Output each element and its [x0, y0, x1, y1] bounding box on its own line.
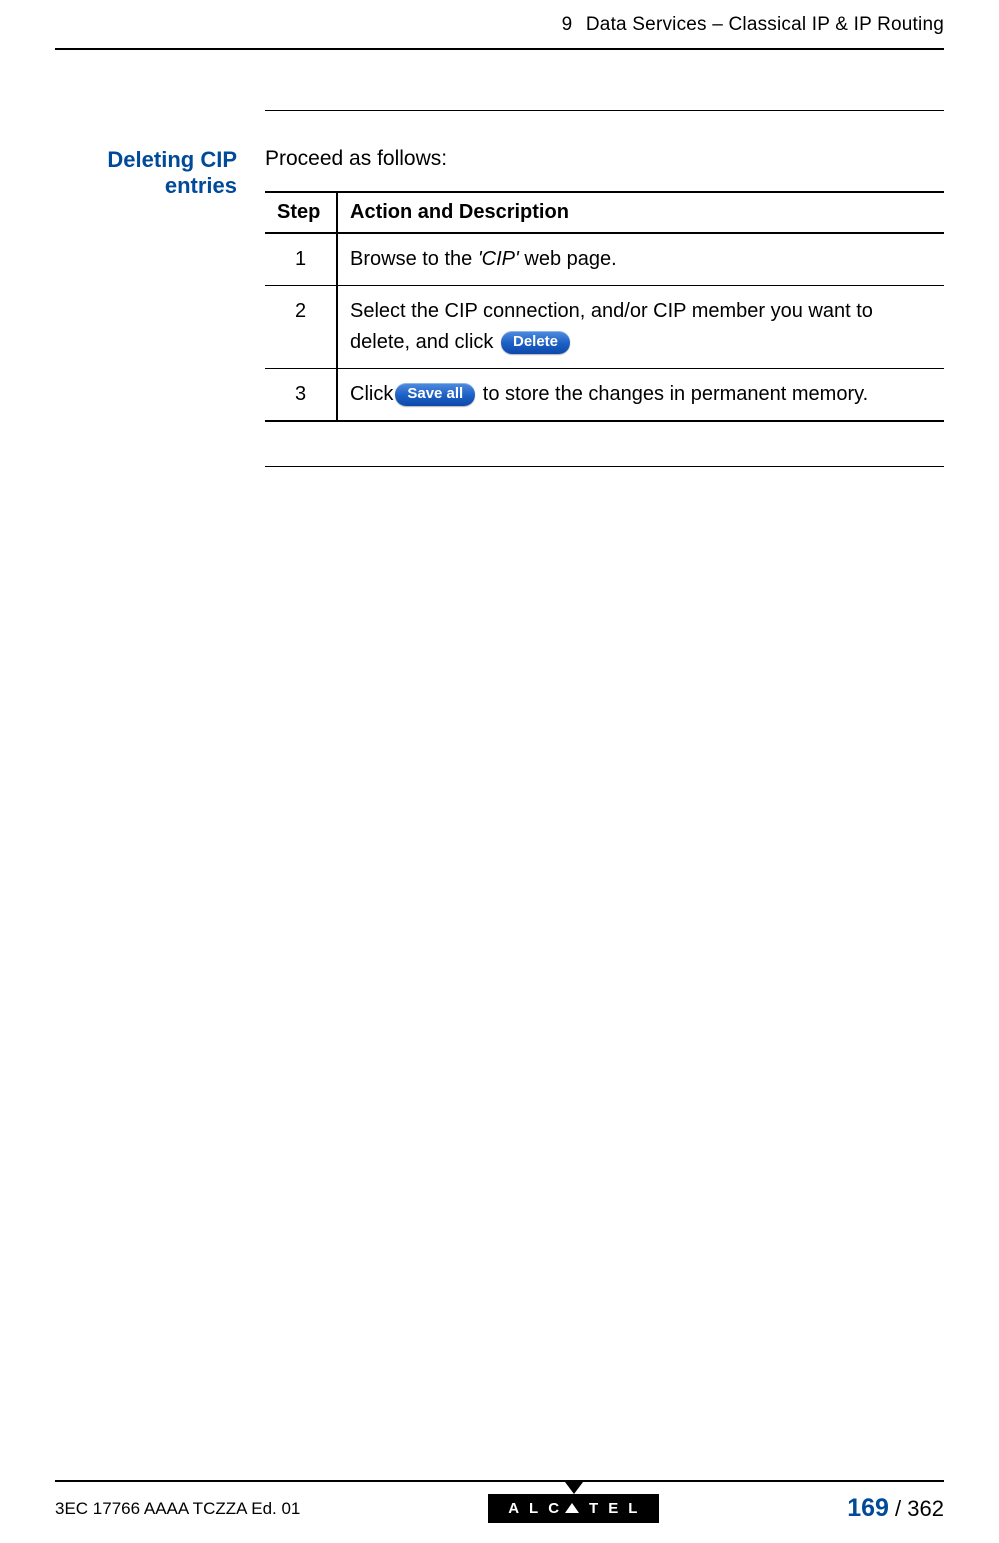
step-number: 1 [265, 233, 337, 286]
logo-letter: T [589, 1500, 608, 1517]
text-fragment: Select the CIP connection, and/or CIP me… [350, 300, 873, 353]
text-fragment: web page. [519, 248, 617, 270]
chapter-number: 9 [562, 14, 573, 35]
delete-button[interactable]: Delete [501, 331, 570, 354]
section-rule-top [265, 110, 944, 111]
lead-text: Proceed as follows: [265, 147, 944, 171]
table-row: 2 Select the CIP connection, and/or CIP … [265, 286, 944, 369]
document-code: 3EC 17766 AAAA TCZZA Ed. 01 [55, 1499, 300, 1519]
text-fragment: Browse to the [350, 248, 478, 270]
page-footer: 3EC 17766 AAAA TCZZA Ed. 01 ALCTEL 169 /… [55, 1480, 944, 1523]
page-header: 9 Data Services – Classical IP & IP Rout… [55, 0, 944, 50]
page-current: 169 [847, 1494, 889, 1522]
text-fragment: to store the changes in permanent memory… [477, 383, 868, 405]
col-header-step: Step [265, 192, 337, 233]
step-number: 2 [265, 286, 337, 369]
triangle-up-icon [565, 1503, 579, 1513]
table-row: 1 Browse to the 'CIP' web page. [265, 233, 944, 286]
table-row: 3 ClickSave all to store the changes in … [265, 369, 944, 422]
emphasized-text: 'CIP' [478, 248, 519, 270]
chapter-title: Data Services – Classical IP & IP Routin… [586, 14, 944, 35]
page-separator: / [889, 1496, 907, 1521]
logo-letter: L [529, 1500, 548, 1517]
step-description: Browse to the 'CIP' web page. [337, 233, 944, 286]
triangle-down-icon [565, 1482, 583, 1494]
section-title: Deleting CIP entries [55, 147, 265, 200]
text-fragment: Click [350, 383, 393, 405]
procedure-table: Step Action and Description 1 Browse to … [265, 191, 944, 422]
section-rule-bottom [265, 466, 944, 467]
logo-letter: A [508, 1500, 529, 1517]
step-description: ClickSave all to store the changes in pe… [337, 369, 944, 422]
step-number: 3 [265, 369, 337, 422]
logo-letter: E [608, 1500, 628, 1517]
step-description: Select the CIP connection, and/or CIP me… [337, 286, 944, 369]
save-all-button[interactable]: Save all [395, 383, 475, 406]
content-area: Deleting CIP entries Proceed as follows:… [55, 110, 944, 467]
section-body: Proceed as follows: Step Action and Desc… [265, 147, 944, 422]
alcatel-logo: ALCTEL [488, 1494, 659, 1523]
logo-letter: L [628, 1500, 647, 1517]
page-total: 362 [907, 1496, 944, 1521]
page-number: 169 / 362 [847, 1494, 944, 1523]
logo-wrap: ALCTEL [300, 1494, 847, 1523]
col-header-desc: Action and Description [337, 192, 944, 233]
